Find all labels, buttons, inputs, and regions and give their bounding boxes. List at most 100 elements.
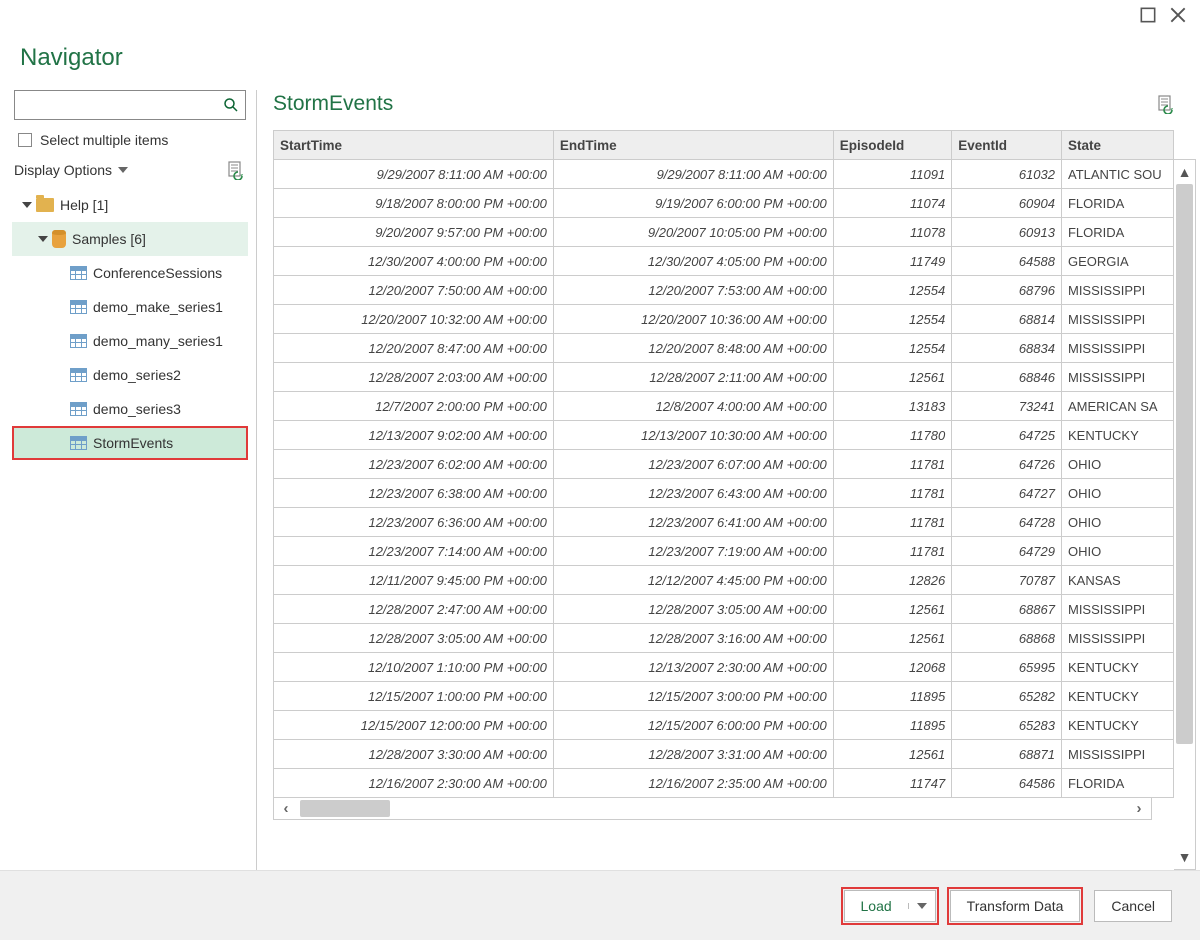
table-row[interactable]: 9/29/2007 8:11:00 AM +00:009/29/2007 8:1… — [274, 160, 1174, 189]
cell: 12/11/2007 9:45:00 PM +00:00 — [274, 566, 554, 595]
display-options-dropdown[interactable]: Display Options — [14, 162, 128, 178]
scroll-thumb[interactable] — [1176, 184, 1193, 744]
cell: 12/20/2007 10:32:00 AM +00:00 — [274, 305, 554, 334]
tree-table-demo_series2[interactable]: demo_series2 — [12, 358, 248, 392]
load-dropdown-toggle[interactable] — [908, 903, 935, 909]
maximize-icon[interactable] — [1140, 7, 1156, 23]
scroll-thumb[interactable] — [300, 800, 390, 817]
cell: FLORIDA — [1061, 769, 1173, 798]
horizontal-scrollbar[interactable]: ‹ › — [273, 798, 1152, 820]
cell: 11091 — [833, 160, 951, 189]
load-button[interactable]: Load — [844, 890, 936, 922]
search-box[interactable] — [14, 90, 246, 120]
table-row[interactable]: 12/10/2007 1:10:00 PM +00:0012/13/2007 2… — [274, 653, 1174, 682]
cell: 64729 — [952, 537, 1062, 566]
cell: MISSISSIPPI — [1061, 334, 1173, 363]
search-input[interactable] — [21, 96, 223, 114]
chevron-down-icon — [118, 167, 128, 173]
table-row[interactable]: 12/28/2007 3:30:00 AM +00:0012/28/2007 3… — [274, 740, 1174, 769]
table-row[interactable]: 9/20/2007 9:57:00 PM +00:009/20/2007 10:… — [274, 218, 1174, 247]
cell: 12554 — [833, 334, 951, 363]
column-header[interactable]: EndTime — [553, 131, 833, 160]
cell: 12554 — [833, 305, 951, 334]
cell: KANSAS — [1061, 566, 1173, 595]
refresh-preview-icon[interactable] — [1156, 94, 1176, 114]
table-row[interactable]: 12/23/2007 7:14:00 AM +00:0012/23/2007 7… — [274, 537, 1174, 566]
table-row[interactable]: 9/18/2007 8:00:00 PM +00:009/19/2007 6:0… — [274, 189, 1174, 218]
table-icon — [70, 266, 87, 280]
cell: 12/28/2007 3:31:00 AM +00:00 — [553, 740, 833, 769]
tree-table-demo_series3[interactable]: demo_series3 — [12, 392, 248, 426]
chevron-down-icon — [917, 903, 927, 909]
table-row[interactable]: 12/15/2007 1:00:00 PM +00:0012/15/2007 3… — [274, 682, 1174, 711]
cell: 12/13/2007 10:30:00 AM +00:00 — [553, 421, 833, 450]
cell: 12/16/2007 2:35:00 AM +00:00 — [553, 769, 833, 798]
search-icon[interactable] — [223, 97, 239, 113]
cell: 12/28/2007 3:30:00 AM +00:00 — [274, 740, 554, 769]
tree-database-samples[interactable]: Samples [6] — [12, 222, 248, 256]
scroll-right-icon[interactable]: › — [1127, 798, 1151, 819]
preview-title: StormEvents — [265, 92, 393, 116]
table-row[interactable]: 12/13/2007 9:02:00 AM +00:0012/13/2007 1… — [274, 421, 1174, 450]
cell: KENTUCKY — [1061, 421, 1173, 450]
table-row[interactable]: 12/20/2007 10:32:00 AM +00:0012/20/2007 … — [274, 305, 1174, 334]
table-row[interactable]: 12/16/2007 2:30:00 AM +00:0012/16/2007 2… — [274, 769, 1174, 798]
cell: 12826 — [833, 566, 951, 595]
column-header[interactable]: StartTime — [274, 131, 554, 160]
table-row[interactable]: 12/20/2007 8:47:00 AM +00:0012/20/2007 8… — [274, 334, 1174, 363]
disclosure-icon[interactable] — [22, 202, 32, 208]
cell: 12/15/2007 6:00:00 PM +00:00 — [553, 711, 833, 740]
disclosure-icon[interactable] — [38, 236, 48, 242]
table-row[interactable]: 12/28/2007 2:47:00 AM +00:0012/28/2007 3… — [274, 595, 1174, 624]
cell: 12/15/2007 12:00:00 PM +00:00 — [274, 711, 554, 740]
select-multiple-toggle[interactable]: Select multiple items — [12, 120, 248, 160]
transform-data-label: Transform Data — [967, 898, 1064, 914]
cancel-label: Cancel — [1111, 898, 1155, 914]
display-options-label: Display Options — [14, 162, 112, 178]
cell: 12/12/2007 4:45:00 PM +00:00 — [553, 566, 833, 595]
tree-folder-help[interactable]: Help [1] — [12, 188, 248, 222]
scroll-left-icon[interactable]: ‹ — [274, 798, 298, 819]
table-row[interactable]: 12/28/2007 3:05:00 AM +00:0012/28/2007 3… — [274, 624, 1174, 653]
cell: 68871 — [952, 740, 1062, 769]
table-row[interactable]: 12/23/2007 6:36:00 AM +00:0012/23/2007 6… — [274, 508, 1174, 537]
cell: 68814 — [952, 305, 1062, 334]
page-title: Navigator — [0, 36, 1200, 90]
tree-table-demo_many_series1[interactable]: demo_many_series1 — [12, 324, 248, 358]
cell: 12554 — [833, 276, 951, 305]
cell: 68868 — [952, 624, 1062, 653]
cell: FLORIDA — [1061, 189, 1173, 218]
cell: 73241 — [952, 392, 1062, 421]
scroll-down-icon[interactable]: ▼ — [1174, 845, 1195, 869]
cell: 12/20/2007 8:47:00 AM +00:00 — [274, 334, 554, 363]
cell: 12/7/2007 2:00:00 PM +00:00 — [274, 392, 554, 421]
column-header[interactable]: EpisodeId — [833, 131, 951, 160]
cell: OHIO — [1061, 508, 1173, 537]
column-header[interactable]: State — [1061, 131, 1173, 160]
cell: 9/20/2007 10:05:00 PM +00:00 — [553, 218, 833, 247]
tree-label: demo_make_series1 — [93, 299, 223, 315]
transform-data-button[interactable]: Transform Data — [950, 890, 1081, 922]
table-row[interactable]: 12/30/2007 4:00:00 PM +00:0012/30/2007 4… — [274, 247, 1174, 276]
cell: 11781 — [833, 450, 951, 479]
table-row[interactable]: 12/20/2007 7:50:00 AM +00:0012/20/2007 7… — [274, 276, 1174, 305]
checkbox-icon[interactable] — [18, 133, 32, 147]
column-header[interactable]: EventId — [952, 131, 1062, 160]
table-row[interactable]: 12/28/2007 2:03:00 AM +00:0012/28/2007 2… — [274, 363, 1174, 392]
table-row[interactable]: 12/23/2007 6:02:00 AM +00:0012/23/2007 6… — [274, 450, 1174, 479]
table-row[interactable]: 12/7/2007 2:00:00 PM +00:0012/8/2007 4:0… — [274, 392, 1174, 421]
cell: 12/23/2007 6:41:00 AM +00:00 — [553, 508, 833, 537]
table-row[interactable]: 12/23/2007 6:38:00 AM +00:0012/23/2007 6… — [274, 479, 1174, 508]
vertical-scrollbar[interactable]: ▲ ▼ — [1174, 159, 1196, 870]
tree-table-conferencesessions[interactable]: ConferenceSessions — [12, 256, 248, 290]
table-row[interactable]: 12/15/2007 12:00:00 PM +00:0012/15/2007 … — [274, 711, 1174, 740]
close-icon[interactable] — [1170, 7, 1186, 23]
cancel-button[interactable]: Cancel — [1094, 890, 1172, 922]
tree-table-stormevents[interactable]: StormEvents — [12, 426, 248, 460]
table-row[interactable]: 12/11/2007 9:45:00 PM +00:0012/12/2007 4… — [274, 566, 1174, 595]
cell: 12/13/2007 2:30:00 AM +00:00 — [553, 653, 833, 682]
scroll-up-icon[interactable]: ▲ — [1174, 160, 1195, 184]
cell: 64586 — [952, 769, 1062, 798]
refresh-icon[interactable] — [226, 160, 246, 180]
tree-table-demo_make_series1[interactable]: demo_make_series1 — [12, 290, 248, 324]
